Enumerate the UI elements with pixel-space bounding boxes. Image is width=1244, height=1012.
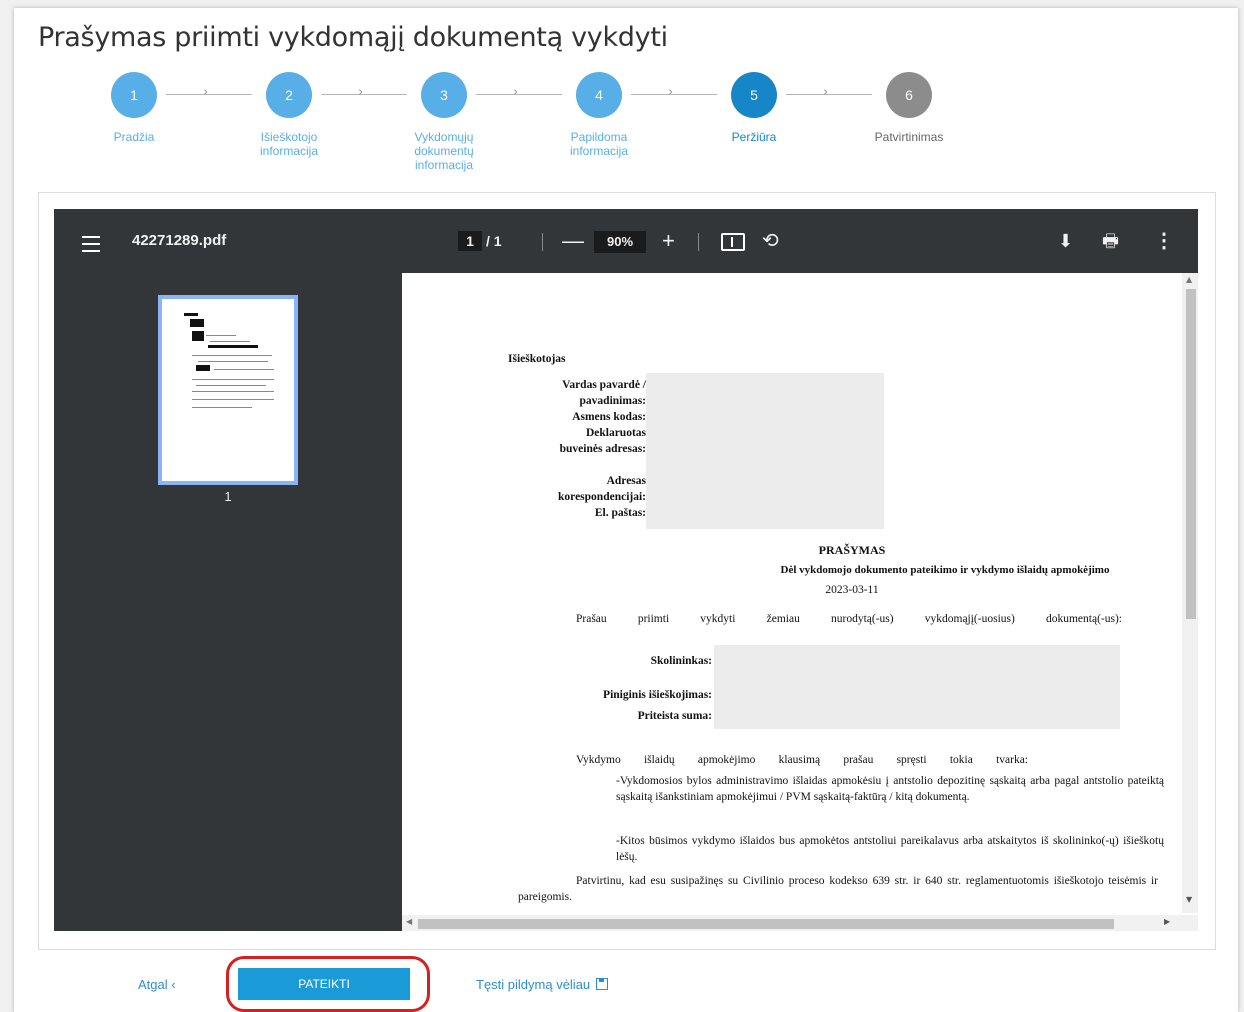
- step-connector: [476, 94, 562, 95]
- continue-later-link[interactable]: Tęsti pildymą vėliau: [476, 977, 609, 992]
- thumbnail-sidebar: 1: [54, 273, 402, 931]
- toolbar-divider: [698, 233, 699, 251]
- request-line: Prašau priimti vykdyti žemiau nurodytą(-…: [576, 613, 1122, 625]
- step-3[interactable]: 3 Vykdomųjų dokumentų informacija: [364, 72, 524, 172]
- pdf-viewer: 42271289.pdf 1 / 1 — 90% + ⟲ ⬇ 🖶 ⋮ 1 Iši…: [54, 209, 1198, 931]
- monetary-label: Piniginis išieškojimas:: [603, 689, 712, 701]
- step-number: 5: [731, 72, 777, 118]
- zoom-input[interactable]: 90%: [594, 231, 646, 253]
- step-5[interactable]: 5 Peržiūra: [674, 72, 834, 144]
- download-icon[interactable]: ⬇: [1058, 209, 1073, 273]
- pdf-document-area: Išieškotojas Vardas pavardė / pavadinima…: [402, 273, 1198, 931]
- menu-icon[interactable]: [82, 231, 104, 257]
- step-connector: [631, 94, 717, 95]
- thumbnail-page-number: 1: [224, 489, 232, 504]
- chevron-right-icon: ›: [823, 85, 829, 100]
- back-link[interactable]: Atgal ‹: [138, 977, 176, 992]
- chevron-right-icon: ›: [203, 85, 209, 100]
- confirm-line: Patvirtinu, kad esu susipažinęs su Civil…: [518, 875, 1158, 903]
- redacted-debtor-info: [714, 645, 1120, 729]
- step-4[interactable]: 4 Papildoma informacija: [519, 72, 679, 158]
- scroll-left-icon[interactable]: ◀: [406, 917, 412, 926]
- step-label: Pradžia: [113, 130, 155, 144]
- step-label: Peržiūra: [731, 130, 777, 144]
- print-icon[interactable]: 🖶: [1102, 209, 1119, 273]
- step-label: Patvirtinimas: [874, 130, 944, 144]
- field-label-name: Vardas pavardė / pavadinimas: Asmens kod…: [558, 379, 646, 519]
- step-connector: [166, 94, 252, 95]
- vertical-scrollbar[interactable]: ▲ ▼: [1182, 273, 1198, 913]
- scrollbar-thumb[interactable]: [1186, 289, 1196, 619]
- step-label: Vykdomųjų dokumentų informacija: [414, 130, 474, 172]
- horizontal-scrollbar[interactable]: ◀ ▶: [402, 915, 1198, 931]
- step-number: 3: [421, 72, 467, 118]
- scroll-right-icon[interactable]: ▶: [1164, 917, 1170, 926]
- step-2[interactable]: 2 Išieškotojo informacija: [209, 72, 369, 158]
- save-icon: [596, 978, 609, 990]
- continue-later-label: Tęsti pildymą vėliau: [476, 977, 591, 992]
- costs-item-1: -Vykdomosios bylos administravimo išlaid…: [616, 775, 1164, 803]
- rotate-icon[interactable]: ⟲: [762, 209, 779, 273]
- zoom-out-button[interactable]: —: [562, 209, 584, 273]
- progress-stepper: 1 Pradžia 2 Išieškotojo informacija 3 Vy…: [0, 72, 1000, 182]
- claimant-heading: Išieškotojas: [508, 353, 566, 365]
- page-title: Prašymas priimti vykdomąjį dokumentą vyk…: [38, 22, 668, 53]
- request-title: PRAŠYMAS: [818, 543, 886, 557]
- chevron-right-icon: ›: [513, 85, 519, 100]
- costs-item-2: -Kitos būsimos vykdymo išlaidos bus apmo…: [616, 835, 1164, 863]
- page-total: / 1: [486, 233, 502, 249]
- step-number: 6: [886, 72, 932, 118]
- costs-line: Vykdymo išlaidų apmokėjimo klausimą praš…: [576, 754, 1028, 766]
- awarded-label: Priteista suma:: [637, 710, 712, 722]
- scroll-down-icon[interactable]: ▼: [1186, 895, 1192, 904]
- zoom-in-button[interactable]: +: [662, 209, 675, 273]
- step-connector: [786, 94, 872, 95]
- request-subtitle: Dėl vykdomojo dokumento pateikimo ir vyk…: [780, 564, 1110, 576]
- chevron-right-icon: ›: [668, 85, 674, 100]
- scrollbar-thumb[interactable]: [418, 919, 1114, 929]
- page-number-input[interactable]: 1: [458, 231, 482, 251]
- page-thumbnail[interactable]: [158, 295, 298, 485]
- step-number: 1: [111, 72, 157, 118]
- submit-button[interactable]: PATEIKTI: [238, 968, 410, 1000]
- step-number: 4: [576, 72, 622, 118]
- request-date: 2023-03-11: [825, 584, 879, 596]
- toolbar-divider: [542, 233, 543, 251]
- debtor-label: Skolininkas:: [650, 655, 712, 667]
- more-icon[interactable]: ⋮: [1154, 209, 1174, 273]
- step-1[interactable]: 1 Pradžia: [54, 72, 214, 144]
- step-6: 6 Patvirtinimas: [829, 72, 989, 144]
- scroll-up-icon[interactable]: ▲: [1186, 275, 1192, 284]
- fit-page-icon[interactable]: [721, 233, 745, 251]
- pdf-page: Išieškotojas Vardas pavardė / pavadinima…: [402, 273, 1182, 913]
- step-connector: [321, 94, 407, 95]
- redacted-claimant-info: [646, 373, 884, 529]
- pdf-filename: 42271289.pdf: [132, 232, 227, 249]
- step-label: Papildoma informacija: [569, 130, 629, 158]
- chevron-right-icon: ›: [358, 85, 364, 100]
- step-label: Išieškotojo informacija: [259, 130, 319, 158]
- step-number: 2: [266, 72, 312, 118]
- pdf-toolbar: 42271289.pdf 1 / 1 — 90% + ⟲ ⬇ 🖶 ⋮: [54, 209, 1198, 273]
